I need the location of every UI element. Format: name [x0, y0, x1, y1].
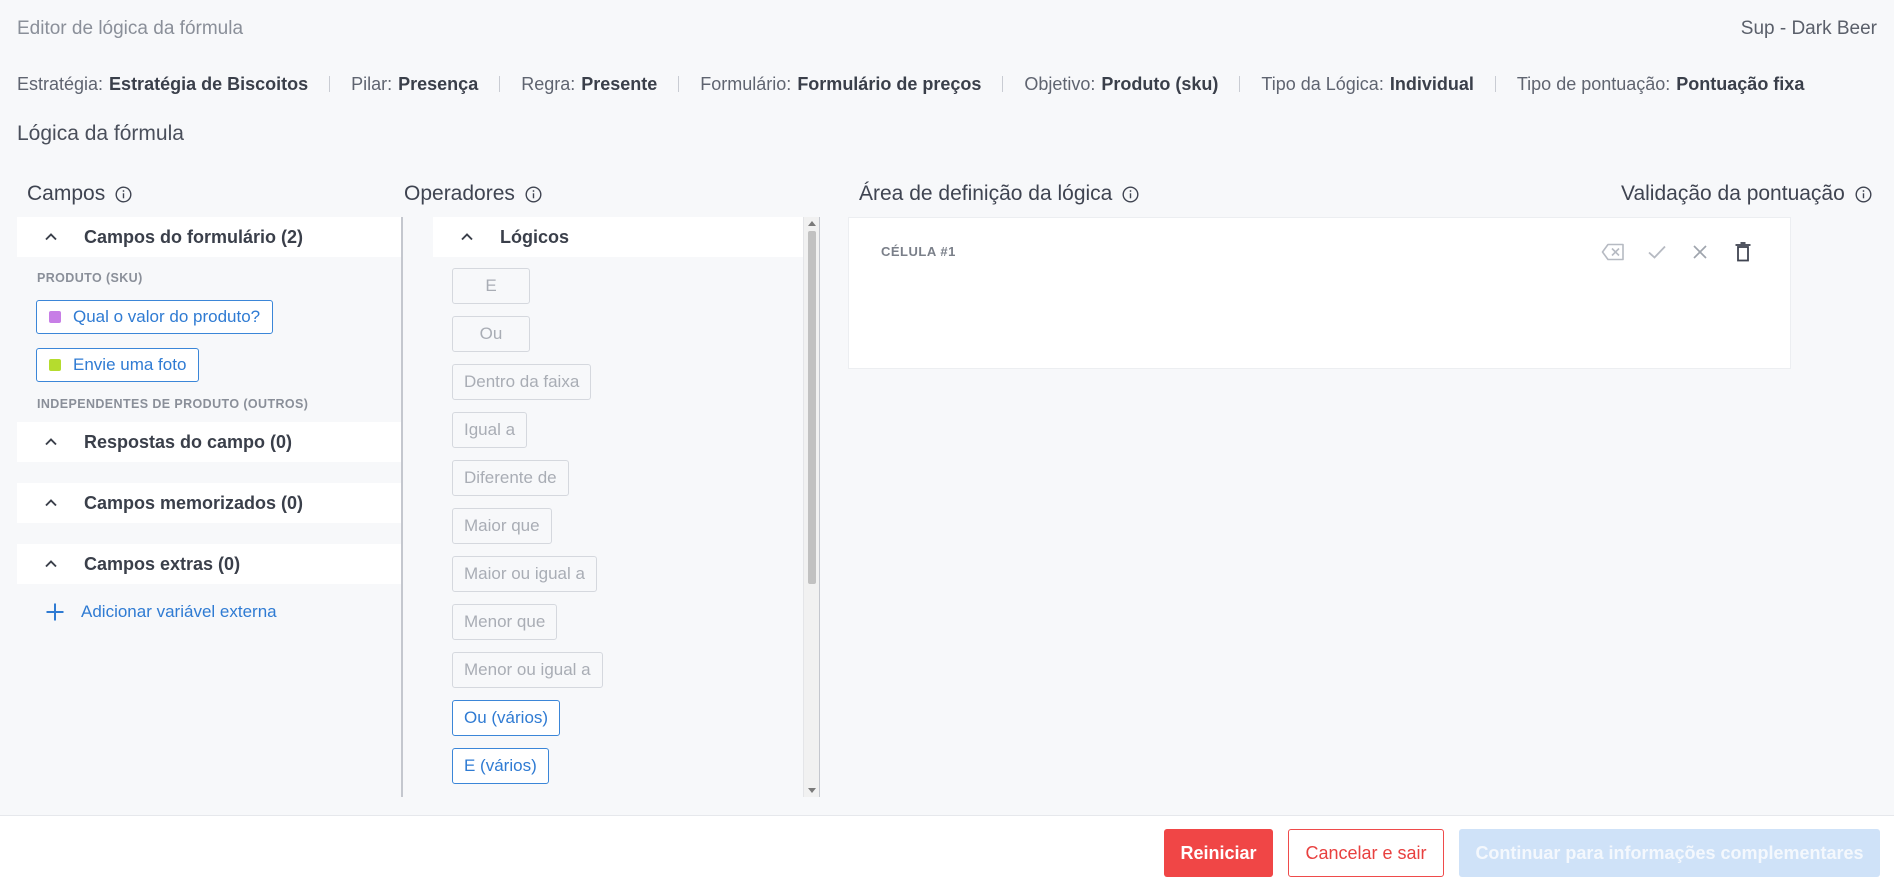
- operator-e-varios[interactable]: E (vários): [452, 748, 549, 784]
- meta-value: Produto (sku): [1101, 73, 1219, 94]
- operator-e[interactable]: E: [452, 268, 530, 304]
- validation-title: Validação da pontuação: [1621, 182, 1845, 205]
- meta-tipo-pontuacao: Tipo de pontuação: Pontuação fixa: [1517, 74, 1804, 95]
- meta-label: Formulário:: [700, 73, 792, 94]
- info-icon[interactable]: [1855, 185, 1872, 203]
- field-chip[interactable]: Qual o valor do produto?: [36, 300, 274, 334]
- operadores-list: Lógicos E Ou Dentro da faixa Igual a Dif…: [433, 217, 803, 797]
- meta-label: Regra:: [521, 73, 576, 94]
- campos-panel: Campos do formulário (2) PRODUTO (SKU) Q…: [17, 217, 403, 797]
- operator-igual-a[interactable]: Igual a: [452, 412, 528, 448]
- chevron-up-icon: [459, 229, 475, 245]
- add-external-variable-button[interactable]: Adicionar variável externa: [17, 602, 277, 622]
- chevron-up-icon: [43, 434, 59, 450]
- section-title: Lógica da fórmula: [17, 122, 184, 145]
- group-label: Campos do formulário (2): [84, 226, 304, 247]
- meta-value: Presença: [398, 73, 479, 94]
- logic-area-header: Área de definição da lógica: [859, 182, 1139, 206]
- meta-label: Pilar:: [351, 73, 393, 94]
- meta-divider: [1002, 76, 1004, 92]
- field-color-swatch: [49, 311, 61, 323]
- meta-objetivo: Objetivo: Produto (sku): [1024, 74, 1218, 95]
- meta-label: Estratégia:: [17, 73, 104, 94]
- meta-divider: [329, 76, 331, 92]
- operator-maior-que[interactable]: Maior que: [452, 508, 552, 544]
- meta-label: Tipo de pontuação:: [1516, 73, 1671, 94]
- meta-divider: [1494, 76, 1496, 92]
- operator-ou[interactable]: Ou: [452, 316, 530, 352]
- info-icon[interactable]: [1122, 185, 1139, 203]
- group-label: Campos extras (0): [84, 553, 241, 574]
- chevron-up-icon: [43, 229, 59, 245]
- field-label: Envie uma foto: [73, 355, 187, 374]
- operadores-header: Operadores: [404, 182, 542, 206]
- operadores-scrollbar[interactable]: [803, 217, 820, 797]
- chevron-up-icon: [43, 495, 59, 511]
- meta-pilar: Pilar: Presença: [351, 74, 478, 95]
- scrollbar-thumb[interactable]: [808, 231, 816, 584]
- operator-diferente-de[interactable]: Diferente de: [452, 460, 569, 496]
- meta-divider: [678, 76, 680, 92]
- meta-value: Presente: [581, 73, 658, 94]
- logic-area-title: Área de definição da lógica: [859, 182, 1113, 205]
- scroll-up-arrow-icon[interactable]: [808, 221, 816, 226]
- independentes-label: INDEPENDENTES DE PRODUTO (OUTROS): [37, 397, 309, 411]
- campos-title: Campos: [27, 182, 106, 205]
- reset-button[interactable]: Reiniciar: [1164, 829, 1273, 877]
- meta-regra: Regra: Presente: [521, 74, 657, 95]
- continue-button[interactable]: Continuar para informações complementare…: [1459, 829, 1880, 877]
- cancel-and-exit-button[interactable]: Cancelar e sair: [1288, 829, 1444, 877]
- meta-tipo-logica: Tipo da Lógica: Individual: [1261, 74, 1473, 95]
- scroll-down-arrow-icon[interactable]: [808, 788, 816, 793]
- meta-divider: [499, 76, 501, 92]
- meta-value: Formulário de preços: [797, 73, 982, 94]
- field-color-swatch: [49, 359, 61, 371]
- operator-menor-ou-igual-a[interactable]: Menor ou igual a: [452, 652, 603, 688]
- plus-icon: [45, 602, 65, 622]
- top-bar: Editor de lógica da fórmula Sup - Dark B…: [17, 17, 1877, 41]
- meta-value: Estratégia de Biscoitos: [109, 73, 309, 94]
- group-label: Respostas do campo (0): [84, 431, 293, 452]
- operadores-panel: Lógicos E Ou Dentro da faixa Igual a Dif…: [433, 217, 820, 797]
- produto-sku-label: PRODUTO (SKU): [37, 271, 143, 285]
- cell-label: CÉLULA #1: [881, 244, 956, 259]
- backspace-icon[interactable]: [1601, 240, 1625, 264]
- group-campos-extras[interactable]: Campos extras (0): [17, 544, 401, 584]
- info-icon[interactable]: [525, 185, 542, 203]
- group-label: Lógicos: [500, 226, 570, 247]
- meta-estrategia: Estratégia: Estratégia de Biscoitos: [17, 74, 308, 95]
- operator-ou-varios[interactable]: Ou (vários): [452, 700, 561, 736]
- validation-header: Validação da pontuação: [1621, 182, 1872, 206]
- meta-formulario: Formulário: Formulário de preços: [700, 74, 981, 95]
- formula-logic-editor: Editor de lógica da fórmula Sup - Dark B…: [0, 0, 1894, 883]
- logic-cell-card: CÉLULA #1: [848, 217, 1791, 369]
- page-title: Editor de lógica da fórmula: [17, 18, 244, 39]
- group-campos-memorizados[interactable]: Campos memorizados (0): [17, 483, 401, 523]
- operator-menor-que[interactable]: Menor que: [452, 604, 558, 640]
- operator-maior-ou-igual-a[interactable]: Maior ou igual a: [452, 556, 597, 592]
- footer-bar: Reiniciar Cancelar e sair Continuar para…: [0, 815, 1894, 883]
- chevron-up-icon: [43, 556, 59, 572]
- meta-value: Individual: [1389, 73, 1474, 94]
- operadores-title: Operadores: [404, 182, 515, 205]
- add-external-label: Adicionar variável externa: [81, 602, 277, 621]
- operator-dentro-da-faixa[interactable]: Dentro da faixa: [452, 364, 592, 400]
- group-respostas-campo[interactable]: Respostas do campo (0): [17, 422, 401, 462]
- info-icon[interactable]: [115, 185, 132, 203]
- close-icon[interactable]: [1688, 240, 1712, 264]
- group-campos-formulario[interactable]: Campos do formulário (2): [17, 217, 401, 257]
- user-name[interactable]: Sup - Dark Beer: [1741, 18, 1877, 40]
- field-chip[interactable]: Envie uma foto: [36, 348, 200, 382]
- trash-icon[interactable]: [1731, 240, 1755, 264]
- meta-divider: [1239, 76, 1241, 92]
- meta-label: Objetivo:: [1024, 73, 1096, 94]
- field-label: Qual o valor do produto?: [73, 307, 261, 326]
- context-info-row: Estratégia: Estratégia de Biscoitos Pila…: [17, 72, 1804, 96]
- meta-value: Pontuação fixa: [1676, 73, 1805, 94]
- meta-label: Tipo da Lógica:: [1261, 73, 1384, 94]
- check-icon[interactable]: [1645, 240, 1669, 264]
- group-label: Campos memorizados (0): [84, 492, 304, 513]
- campos-header: Campos: [27, 182, 132, 206]
- group-logicos[interactable]: Lógicos: [433, 217, 803, 257]
